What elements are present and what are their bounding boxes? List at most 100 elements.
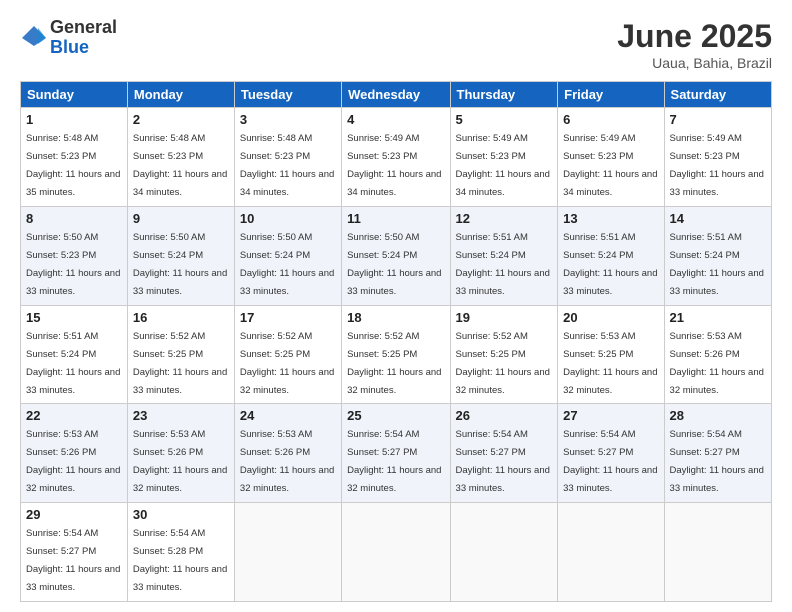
day-number: 8: [26, 211, 122, 226]
day-info: Sunrise: 5:52 AMSunset: 5:25 PMDaylight:…: [347, 331, 441, 396]
day-number: 13: [563, 211, 658, 226]
weekday-header-cell: Saturday: [664, 82, 771, 108]
calendar-cell: 23 Sunrise: 5:53 AMSunset: 5:26 PMDaylig…: [127, 404, 234, 503]
day-info: Sunrise: 5:53 AMSunset: 5:26 PMDaylight:…: [133, 429, 227, 494]
day-info: Sunrise: 5:49 AMSunset: 5:23 PMDaylight:…: [347, 133, 441, 198]
weekday-header-row: SundayMondayTuesdayWednesdayThursdayFrid…: [21, 82, 772, 108]
weekday-header-cell: Tuesday: [234, 82, 341, 108]
day-number: 19: [456, 310, 553, 325]
day-number: 5: [456, 112, 553, 127]
day-info: Sunrise: 5:51 AMSunset: 5:24 PMDaylight:…: [456, 232, 550, 297]
calendar-table: SundayMondayTuesdayWednesdayThursdayFrid…: [20, 81, 772, 602]
calendar-week-row: 1 Sunrise: 5:48 AMSunset: 5:23 PMDayligh…: [21, 108, 772, 207]
calendar-cell: 11 Sunrise: 5:50 AMSunset: 5:24 PMDaylig…: [342, 206, 450, 305]
calendar-cell: 26 Sunrise: 5:54 AMSunset: 5:27 PMDaylig…: [450, 404, 558, 503]
day-info: Sunrise: 5:51 AMSunset: 5:24 PMDaylight:…: [563, 232, 657, 297]
day-info: Sunrise: 5:53 AMSunset: 5:26 PMDaylight:…: [240, 429, 334, 494]
day-number: 29: [26, 507, 122, 522]
weekday-header-cell: Friday: [558, 82, 664, 108]
day-info: Sunrise: 5:54 AMSunset: 5:27 PMDaylight:…: [563, 429, 657, 494]
location: Uaua, Bahia, Brazil: [617, 55, 772, 71]
day-number: 22: [26, 408, 122, 423]
day-info: Sunrise: 5:53 AMSunset: 5:25 PMDaylight:…: [563, 331, 657, 396]
logo-blue: Blue: [50, 38, 117, 58]
day-number: 21: [670, 310, 766, 325]
day-info: Sunrise: 5:54 AMSunset: 5:27 PMDaylight:…: [670, 429, 764, 494]
calendar-cell: 4 Sunrise: 5:49 AMSunset: 5:23 PMDayligh…: [342, 108, 450, 207]
day-number: 18: [347, 310, 444, 325]
calendar-week-row: 15 Sunrise: 5:51 AMSunset: 5:24 PMDaylig…: [21, 305, 772, 404]
day-info: Sunrise: 5:53 AMSunset: 5:26 PMDaylight:…: [26, 429, 120, 494]
day-info: Sunrise: 5:48 AMSunset: 5:23 PMDaylight:…: [26, 133, 120, 198]
calendar-cell: 8 Sunrise: 5:50 AMSunset: 5:23 PMDayligh…: [21, 206, 128, 305]
calendar-cell: [342, 503, 450, 602]
day-number: 3: [240, 112, 336, 127]
calendar-cell: 20 Sunrise: 5:53 AMSunset: 5:25 PMDaylig…: [558, 305, 664, 404]
day-info: Sunrise: 5:51 AMSunset: 5:24 PMDaylight:…: [670, 232, 764, 297]
weekday-header-cell: Monday: [127, 82, 234, 108]
day-info: Sunrise: 5:49 AMSunset: 5:23 PMDaylight:…: [563, 133, 657, 198]
calendar-cell: 3 Sunrise: 5:48 AMSunset: 5:23 PMDayligh…: [234, 108, 341, 207]
day-info: Sunrise: 5:50 AMSunset: 5:24 PMDaylight:…: [240, 232, 334, 297]
calendar-cell: 30 Sunrise: 5:54 AMSunset: 5:28 PMDaylig…: [127, 503, 234, 602]
day-number: 12: [456, 211, 553, 226]
calendar-cell: 13 Sunrise: 5:51 AMSunset: 5:24 PMDaylig…: [558, 206, 664, 305]
logo-text: General Blue: [50, 18, 117, 58]
day-info: Sunrise: 5:54 AMSunset: 5:28 PMDaylight:…: [133, 528, 227, 593]
calendar-cell: 28 Sunrise: 5:54 AMSunset: 5:27 PMDaylig…: [664, 404, 771, 503]
day-number: 20: [563, 310, 658, 325]
calendar-cell: [558, 503, 664, 602]
logo-icon: [20, 24, 48, 52]
weekday-header-cell: Wednesday: [342, 82, 450, 108]
day-number: 15: [26, 310, 122, 325]
calendar-cell: 6 Sunrise: 5:49 AMSunset: 5:23 PMDayligh…: [558, 108, 664, 207]
logo-general: General: [50, 18, 117, 38]
day-number: 17: [240, 310, 336, 325]
calendar-week-row: 29 Sunrise: 5:54 AMSunset: 5:27 PMDaylig…: [21, 503, 772, 602]
day-info: Sunrise: 5:54 AMSunset: 5:27 PMDaylight:…: [456, 429, 550, 494]
calendar-cell: 21 Sunrise: 5:53 AMSunset: 5:26 PMDaylig…: [664, 305, 771, 404]
day-number: 23: [133, 408, 229, 423]
day-info: Sunrise: 5:52 AMSunset: 5:25 PMDaylight:…: [133, 331, 227, 396]
calendar-week-row: 8 Sunrise: 5:50 AMSunset: 5:23 PMDayligh…: [21, 206, 772, 305]
day-number: 14: [670, 211, 766, 226]
day-info: Sunrise: 5:50 AMSunset: 5:23 PMDaylight:…: [26, 232, 120, 297]
calendar-cell: 24 Sunrise: 5:53 AMSunset: 5:26 PMDaylig…: [234, 404, 341, 503]
day-info: Sunrise: 5:48 AMSunset: 5:23 PMDaylight:…: [133, 133, 227, 198]
calendar-cell: 2 Sunrise: 5:48 AMSunset: 5:23 PMDayligh…: [127, 108, 234, 207]
day-number: 9: [133, 211, 229, 226]
day-number: 25: [347, 408, 444, 423]
day-number: 26: [456, 408, 553, 423]
day-number: 24: [240, 408, 336, 423]
page: General Blue June 2025 Uaua, Bahia, Braz…: [0, 0, 792, 612]
day-number: 27: [563, 408, 658, 423]
day-info: Sunrise: 5:53 AMSunset: 5:26 PMDaylight:…: [670, 331, 764, 396]
day-info: Sunrise: 5:52 AMSunset: 5:25 PMDaylight:…: [240, 331, 334, 396]
day-info: Sunrise: 5:52 AMSunset: 5:25 PMDaylight:…: [456, 331, 550, 396]
calendar-cell: 1 Sunrise: 5:48 AMSunset: 5:23 PMDayligh…: [21, 108, 128, 207]
month-title: June 2025: [617, 18, 772, 55]
calendar-cell: 14 Sunrise: 5:51 AMSunset: 5:24 PMDaylig…: [664, 206, 771, 305]
day-number: 28: [670, 408, 766, 423]
day-number: 4: [347, 112, 444, 127]
calendar-cell: 18 Sunrise: 5:52 AMSunset: 5:25 PMDaylig…: [342, 305, 450, 404]
calendar-cell: 12 Sunrise: 5:51 AMSunset: 5:24 PMDaylig…: [450, 206, 558, 305]
logo: General Blue: [20, 18, 117, 58]
day-info: Sunrise: 5:54 AMSunset: 5:27 PMDaylight:…: [26, 528, 120, 593]
day-info: Sunrise: 5:48 AMSunset: 5:23 PMDaylight:…: [240, 133, 334, 198]
day-number: 6: [563, 112, 658, 127]
weekday-header-cell: Thursday: [450, 82, 558, 108]
day-number: 7: [670, 112, 766, 127]
calendar-cell: [450, 503, 558, 602]
title-block: June 2025 Uaua, Bahia, Brazil: [617, 18, 772, 71]
calendar-week-row: 22 Sunrise: 5:53 AMSunset: 5:26 PMDaylig…: [21, 404, 772, 503]
calendar-cell: 17 Sunrise: 5:52 AMSunset: 5:25 PMDaylig…: [234, 305, 341, 404]
calendar-cell: 27 Sunrise: 5:54 AMSunset: 5:27 PMDaylig…: [558, 404, 664, 503]
day-number: 16: [133, 310, 229, 325]
calendar-cell: 10 Sunrise: 5:50 AMSunset: 5:24 PMDaylig…: [234, 206, 341, 305]
calendar-cell: [664, 503, 771, 602]
calendar-cell: 16 Sunrise: 5:52 AMSunset: 5:25 PMDaylig…: [127, 305, 234, 404]
weekday-header-cell: Sunday: [21, 82, 128, 108]
day-number: 30: [133, 507, 229, 522]
day-number: 10: [240, 211, 336, 226]
